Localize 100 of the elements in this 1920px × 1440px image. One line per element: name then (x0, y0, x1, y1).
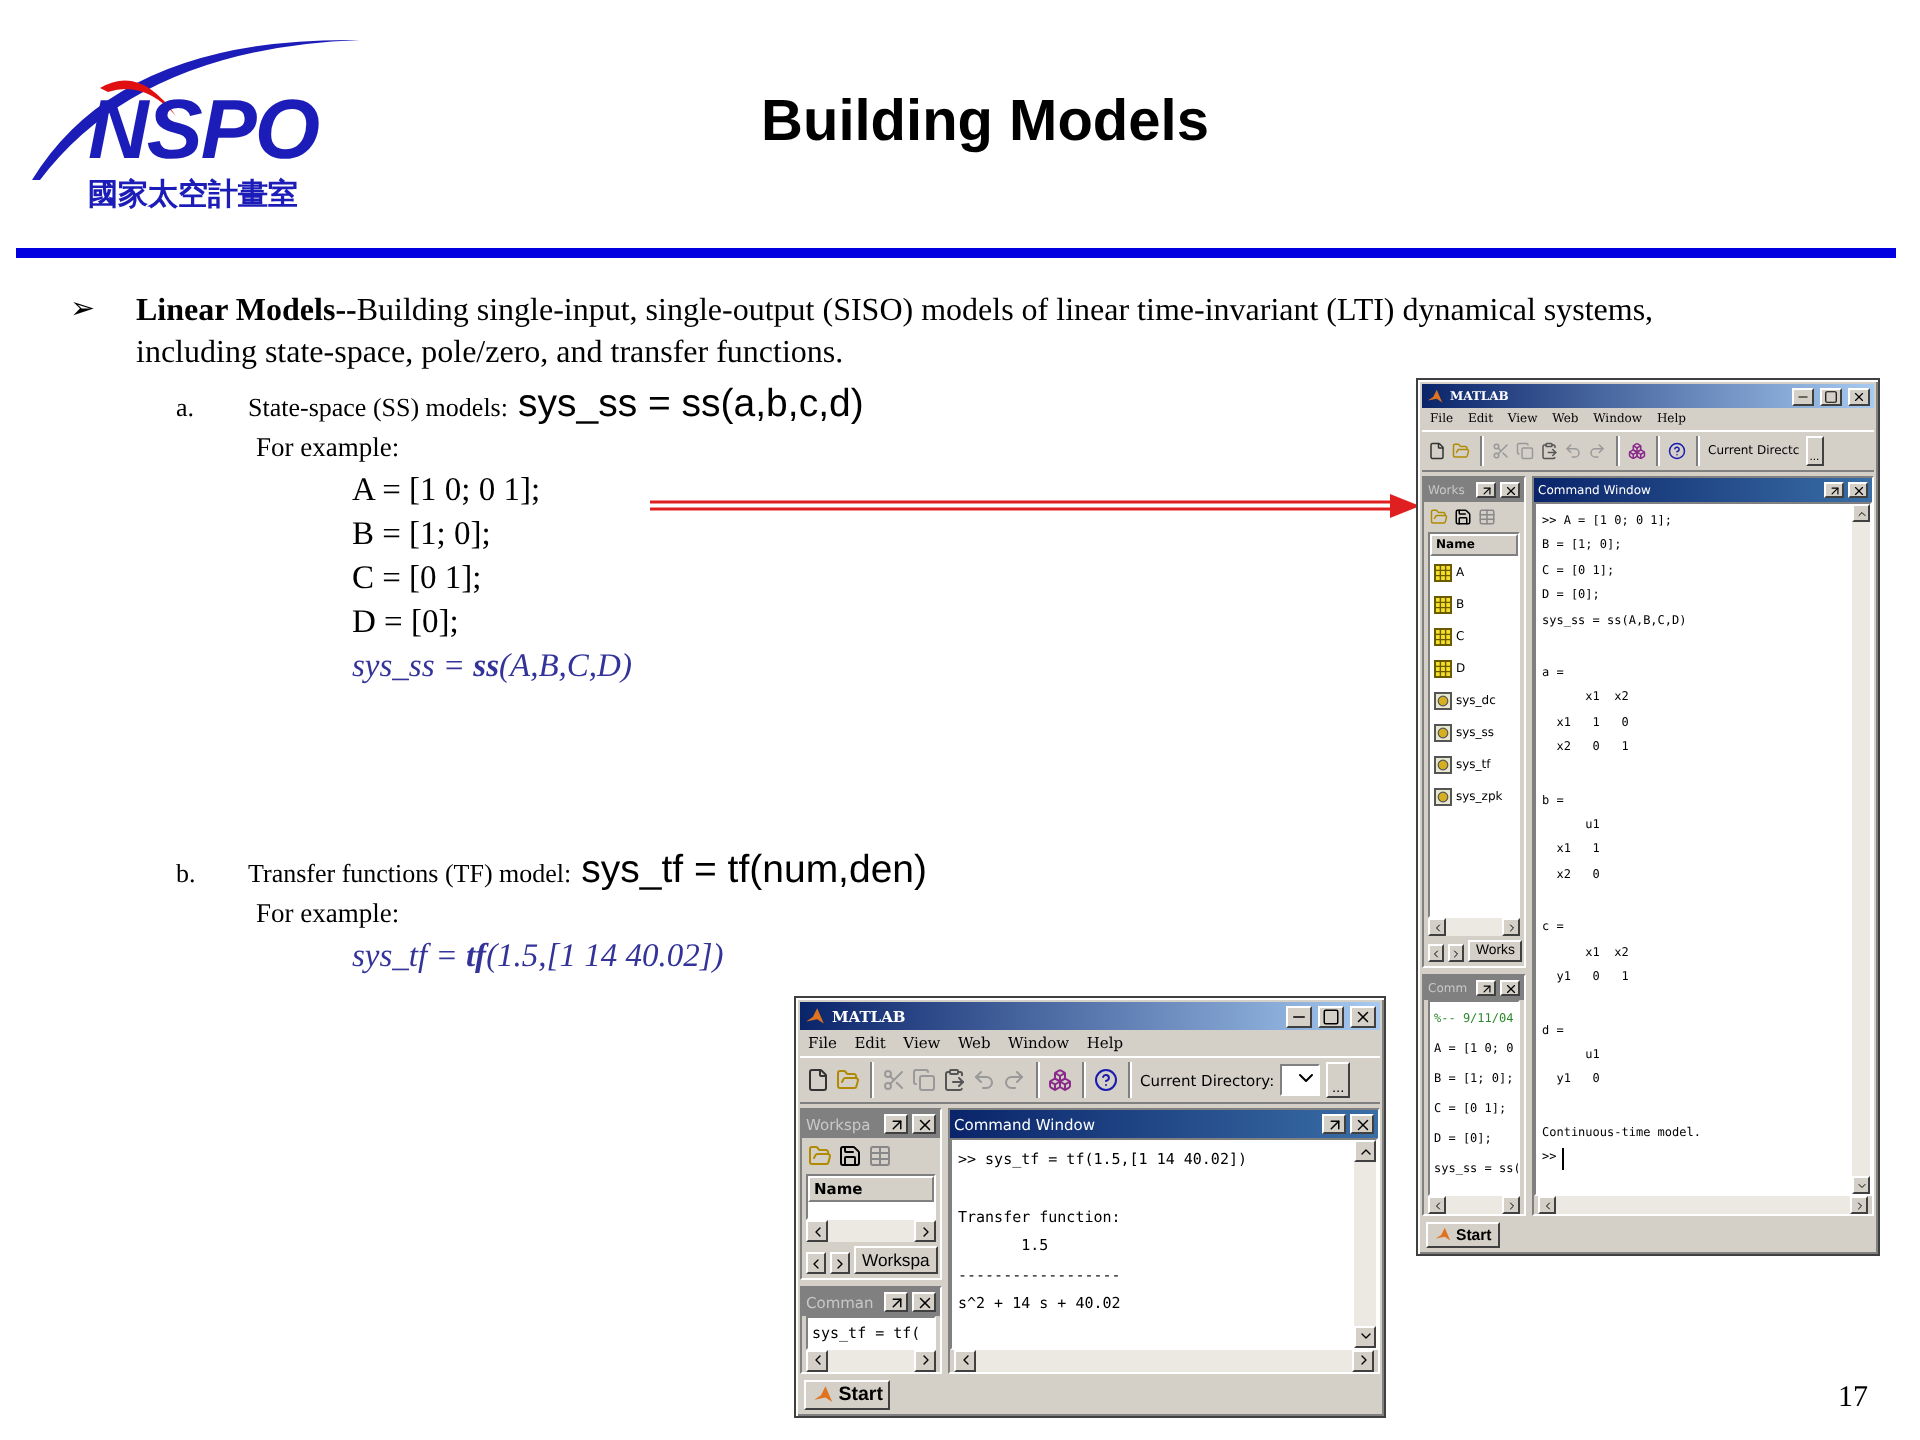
syntax-text: sys_ss = ss(a,b,c,d) (517, 382, 864, 428)
list-marker: a. (176, 392, 197, 424)
close-icon (1353, 1115, 1371, 1133)
arrow-icon (1325, 1115, 1343, 1133)
close-button[interactable] (1848, 482, 1868, 498)
undock-button[interactable] (884, 1292, 908, 1312)
undock-button[interactable] (1476, 482, 1496, 498)
scroll-up-icon (1855, 507, 1867, 519)
close-button[interactable] (1350, 1114, 1374, 1134)
item-label: Transfer functions (TF) model: (248, 858, 572, 890)
save-icon[interactable] (1454, 508, 1472, 526)
close-button[interactable] (1500, 482, 1520, 498)
arrow-icon (1479, 981, 1493, 995)
maximize-icon (1824, 389, 1838, 403)
horizontal-scrollbar[interactable] (954, 1349, 1374, 1372)
blocks-icon[interactable] (1048, 1068, 1072, 1092)
code-line: C = [0 1]; (352, 556, 482, 600)
code-line: A = [1 0; 0 1]; (352, 468, 541, 512)
arrow-icon (1827, 483, 1841, 497)
close-icon (915, 1115, 933, 1133)
scroll-left-icon (1431, 921, 1443, 933)
matlab-logo-icon (1426, 387, 1444, 405)
code-line: sys_ss = ss(A,B,C,D) (352, 644, 632, 688)
tab-scroll-right[interactable] (830, 1252, 850, 1274)
matlab-logo-icon (812, 1383, 835, 1406)
slide-title: Building Models (759, 89, 1211, 155)
undock-button[interactable] (1824, 482, 1844, 498)
example-label: For example: (256, 896, 400, 932)
object-icon (1434, 755, 1452, 773)
directory-dropdown[interactable] (1280, 1064, 1321, 1096)
caret-right-icon (1450, 947, 1462, 959)
list-marker: b. (176, 858, 198, 890)
logo-subtitle: 國家太空計畫室 (88, 176, 298, 214)
grid-icon (1434, 659, 1452, 677)
close-button[interactable] (1500, 980, 1520, 996)
code-line: sys_tf = tf(1.5,[1 14 40.02]) (352, 934, 724, 978)
vertical-scrollbar[interactable] (1354, 1140, 1376, 1348)
arrow-icon (887, 1115, 905, 1133)
caret-left-icon (808, 1255, 824, 1271)
close-icon (1354, 1007, 1372, 1025)
scroll-left-icon (1541, 1199, 1553, 1211)
logo-wordmark: NSPO (88, 88, 319, 172)
scroll-left-icon (1431, 1199, 1443, 1211)
help-icon[interactable] (1668, 442, 1686, 460)
object-icon (1434, 787, 1452, 805)
bullet-text: Linear Models--Building single-input, single-output (SISO) models of linear time-invariant (LTI) dynamical systems, including state-space, pole/zero, and transfer functions. (136, 292, 1656, 374)
undock-button[interactable] (1476, 980, 1496, 996)
object-icon (1434, 691, 1452, 709)
syntax-text: sys_tf = tf(num,den) (581, 848, 928, 894)
help-icon[interactable] (1094, 1068, 1118, 1092)
scroll-down-icon (1855, 1179, 1867, 1191)
tab-scroll-right[interactable] (1448, 944, 1464, 962)
new-file-icon[interactable] (1428, 442, 1446, 460)
undock-button[interactable] (1322, 1114, 1346, 1134)
save-icon[interactable] (838, 1144, 862, 1168)
horizontal-scrollbar[interactable] (1428, 918, 1520, 936)
close-button[interactable] (1848, 387, 1870, 405)
maximize-button[interactable] (1318, 1005, 1344, 1027)
blocks-icon[interactable] (1628, 442, 1646, 460)
text-cursor (1562, 1148, 1565, 1170)
close-icon (1503, 981, 1517, 995)
close-icon (1503, 483, 1517, 497)
arrow-icon (1479, 483, 1493, 497)
scroll-right-icon (1505, 921, 1517, 933)
arrow-icon (887, 1293, 905, 1311)
tab-scroll-left[interactable] (806, 1252, 826, 1274)
maximize-button[interactable] (1820, 387, 1842, 405)
scroll-right-icon (1505, 1199, 1517, 1211)
code-line: D = [0]; (352, 600, 459, 644)
paste-icon[interactable] (1540, 442, 1558, 460)
close-button[interactable] (1350, 1005, 1376, 1027)
matlab-logo-icon (804, 1005, 826, 1027)
horizontal-scrollbar[interactable] (806, 1220, 936, 1242)
caret-left-icon (1430, 947, 1442, 959)
close-button[interactable] (912, 1292, 936, 1312)
close-icon (1851, 483, 1865, 497)
grid-icon (1434, 627, 1452, 645)
vertical-scrollbar[interactable] (1852, 504, 1870, 1194)
close-button[interactable] (912, 1114, 936, 1134)
workspace-tab[interactable]: Workspa (854, 1246, 938, 1274)
matlab-logo-icon (1434, 1226, 1452, 1244)
horizontal-scrollbar[interactable] (1428, 1196, 1520, 1214)
horizontal-scrollbar[interactable] (806, 1349, 936, 1372)
item-label: State-space (SS) models: (248, 392, 508, 424)
undock-button[interactable] (884, 1114, 908, 1134)
new-file-icon[interactable] (806, 1068, 830, 1092)
horizontal-scrollbar[interactable] (1538, 1196, 1868, 1214)
caret-right-icon (832, 1255, 848, 1271)
close-icon (1852, 389, 1866, 403)
example-label: For example: (256, 430, 400, 466)
minimize-button[interactable] (1286, 1005, 1312, 1027)
minimize-button[interactable] (1792, 387, 1814, 405)
start-button[interactable]: Start (804, 1379, 891, 1410)
page-number: 17 (1838, 1382, 1870, 1418)
tab-scroll-left[interactable] (1428, 944, 1444, 962)
code-line: B = [1; 0]; (352, 512, 491, 556)
object-icon (1434, 723, 1452, 741)
bullet-marker: ➢ (70, 292, 98, 330)
paste-icon[interactable] (942, 1068, 966, 1092)
scroll-right-icon (1853, 1199, 1865, 1211)
